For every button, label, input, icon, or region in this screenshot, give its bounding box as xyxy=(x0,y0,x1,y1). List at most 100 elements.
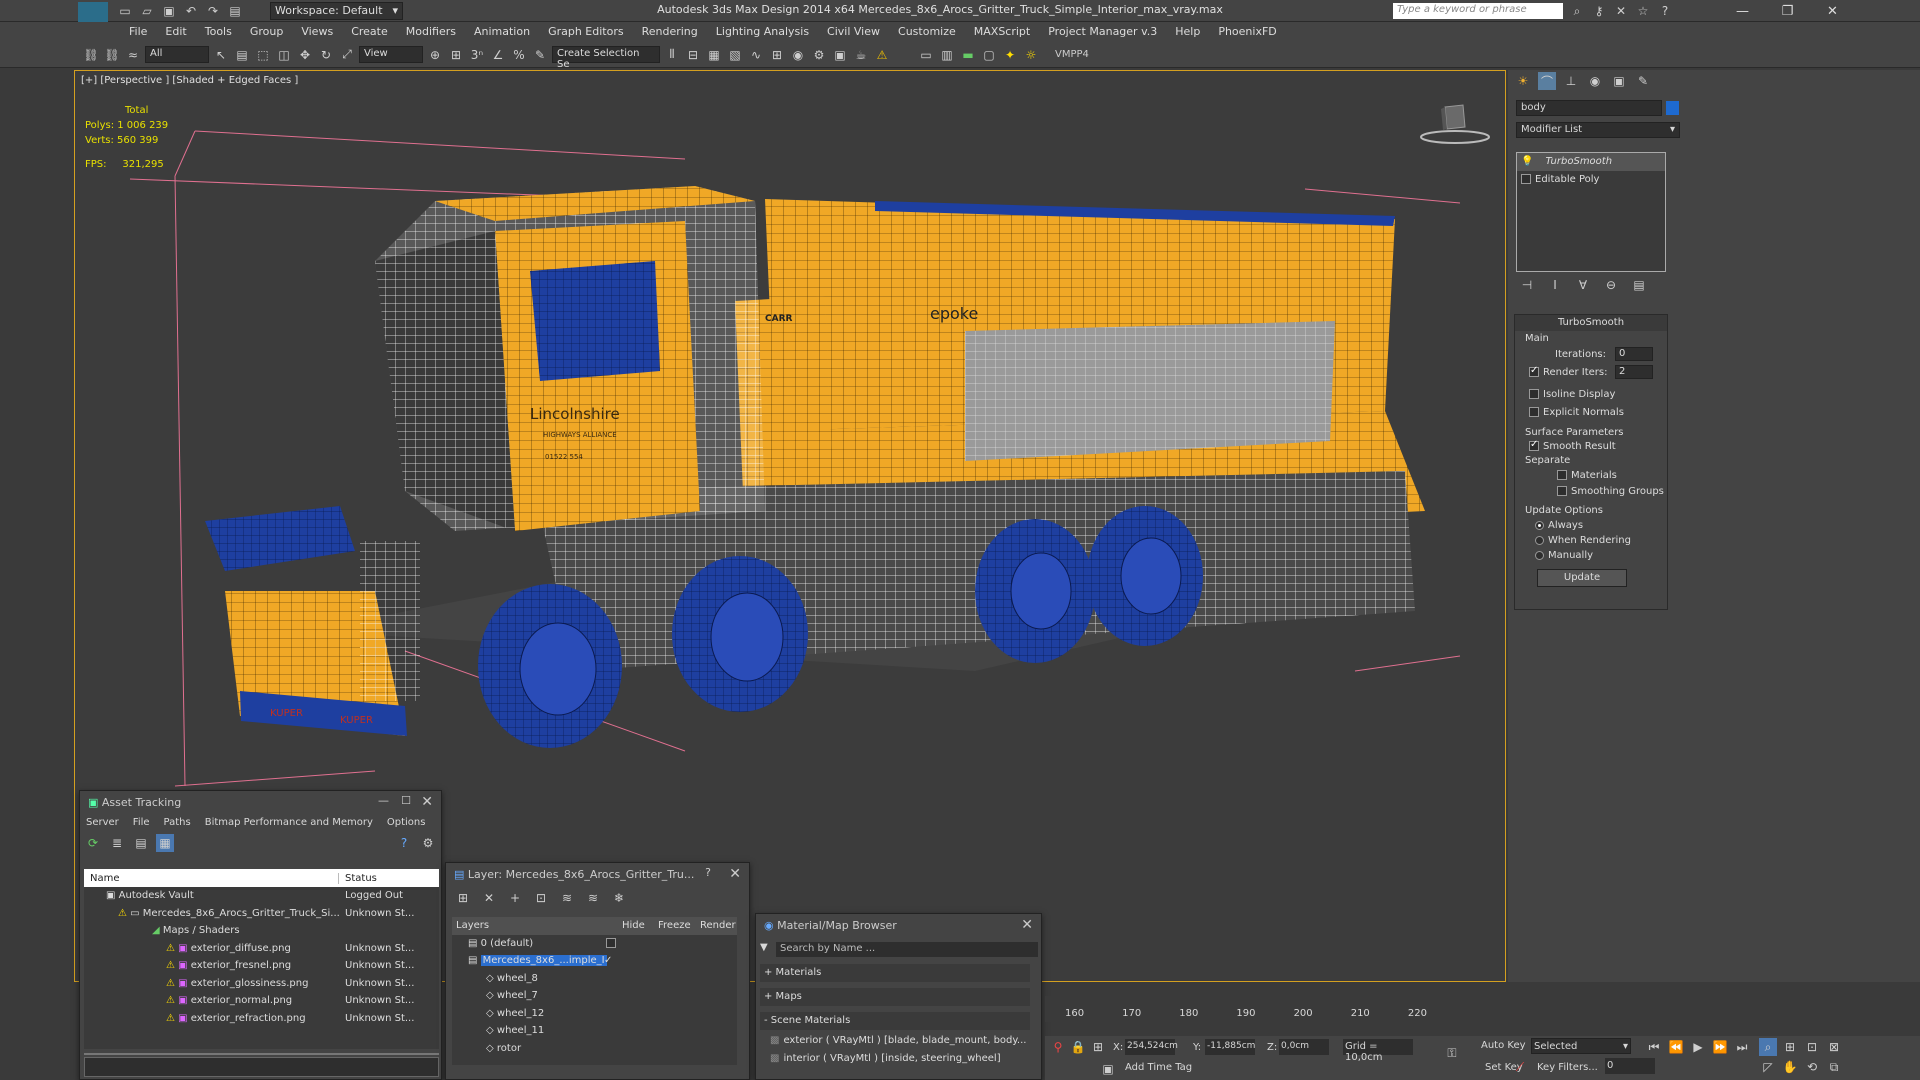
bind-space-warp-icon[interactable]: ≈ xyxy=(124,46,142,64)
manually-radio[interactable] xyxy=(1535,550,1544,560)
column-render[interactable]: Render xyxy=(700,920,736,931)
layer-row[interactable]: ◇ wheel_7 xyxy=(452,987,737,1005)
percent-snap-icon[interactable]: % xyxy=(510,46,528,64)
material-browser-titlebar[interactable]: ◉ Material/Map Browser ✕ xyxy=(756,914,1041,938)
key-icon[interactable]: ⚷ xyxy=(1590,2,1608,20)
vray-frame-buffer-icon[interactable]: ▭ xyxy=(917,46,935,64)
selection-filter-dropdown[interactable]: All xyxy=(145,46,209,63)
lightbulb-icon[interactable]: 💡 xyxy=(1521,156,1533,167)
menu-help[interactable]: Help xyxy=(1166,22,1209,42)
graphite-icon[interactable]: ▧ xyxy=(726,46,744,64)
column-name[interactable]: Name xyxy=(84,872,339,884)
layer-manager-icon[interactable]: ▦ xyxy=(705,46,723,64)
display-tab-icon[interactable]: ▣ xyxy=(1610,72,1628,90)
hierarchy-tab-icon[interactable]: ⊥ xyxy=(1562,72,1580,90)
materials-group[interactable]: + Materials xyxy=(760,964,1030,982)
stack-item-editable-poly[interactable]: Editable Poly xyxy=(1517,171,1665,189)
asset-row[interactable]: ⚠ ▣ exterior_diffuse.png Unknown St... xyxy=(84,940,439,958)
open-file-icon[interactable]: ▱ xyxy=(138,2,156,20)
new-file-icon[interactable]: ▭ xyxy=(116,2,134,20)
isoline-checkbox[interactable] xyxy=(1529,389,1539,399)
menu-animation[interactable]: Animation xyxy=(465,22,539,42)
asset-row[interactable]: ⚠ ▣ exterior_normal.png Unknown St... xyxy=(84,992,439,1010)
add-time-tag-button[interactable]: Add Time Tag xyxy=(1125,1062,1192,1073)
search-input[interactable]: Type a keyword or phrase xyxy=(1393,3,1563,19)
menu-create[interactable]: Create xyxy=(342,22,397,42)
menu-lighting-analysis[interactable]: Lighting Analysis xyxy=(707,22,818,42)
next-frame-icon[interactable]: ⏩ xyxy=(1711,1038,1729,1056)
horizontal-scrollbar[interactable] xyxy=(84,1053,439,1055)
key-filters-button[interactable]: Key Filters... xyxy=(1537,1062,1598,1073)
lock-icon[interactable]: 🔒 xyxy=(1069,1038,1087,1056)
stack-item-turbosmooth[interactable]: 💡 TurboSmooth xyxy=(1517,153,1665,171)
layer-row[interactable]: ▤ Mercedes_8x6_...imple_I ✓ xyxy=(452,952,737,970)
explicit-normals-checkbox[interactable] xyxy=(1529,407,1539,417)
maximize-viewport-icon[interactable]: ⧉ xyxy=(1825,1058,1843,1076)
menu-customize[interactable]: Customize xyxy=(889,22,965,42)
asset-path-field[interactable] xyxy=(84,1057,439,1077)
add-to-layer-icon[interactable]: + xyxy=(506,889,524,907)
iterations-spinner[interactable]: 0 xyxy=(1615,347,1653,361)
menu-views[interactable]: Views xyxy=(292,22,342,42)
menu-tools[interactable]: Tools xyxy=(196,22,241,42)
play-icon[interactable]: ▶ xyxy=(1689,1038,1707,1056)
pin-stack-icon[interactable]: ⊣ xyxy=(1518,276,1536,294)
configure-modifier-sets-icon[interactable]: ▤ xyxy=(1630,276,1648,294)
when-rendering-radio[interactable] xyxy=(1535,535,1544,545)
orbit-icon[interactable]: ⟲ xyxy=(1803,1058,1821,1076)
make-unique-icon[interactable]: ∀ xyxy=(1574,276,1592,294)
asset-menu-options[interactable]: Options xyxy=(387,817,426,828)
vray-icon[interactable]: ▥ xyxy=(938,46,956,64)
binoculars-icon[interactable]: ⌕ xyxy=(1568,2,1586,20)
rendered-frame-icon[interactable]: ▣ xyxy=(831,46,849,64)
track-bar[interactable]: 160 170 180 190 200 210 220 xyxy=(1045,996,1465,1022)
help-icon[interactable]: ? xyxy=(1656,2,1674,20)
asset-row[interactable]: ⚠ ▣ exterior_fresnel.png Unknown St... xyxy=(84,957,439,975)
menu-group[interactable]: Group xyxy=(241,22,293,42)
show-end-result-icon[interactable]: Ⅰ xyxy=(1546,276,1564,294)
menu-modifiers[interactable]: Modifiers xyxy=(397,22,465,42)
maps-group[interactable]: + Maps xyxy=(760,988,1030,1006)
asset-row[interactable]: ⚠ ▭ Mercedes_8x6_Arocs_Gritter_Truck_Si.… xyxy=(84,905,439,923)
menu-phoenixfd[interactable]: PhoenixFD xyxy=(1209,22,1285,42)
asset-menu-paths[interactable]: Paths xyxy=(164,817,191,828)
asset-tracking-titlebar[interactable]: ▣ Asset Tracking — ☐ ✕ xyxy=(80,791,441,815)
smooth-result-checkbox[interactable] xyxy=(1529,439,1539,451)
hide-all-icon[interactable]: ≋ xyxy=(584,889,602,907)
menu-rendering[interactable]: Rendering xyxy=(633,22,707,42)
save-icon[interactable]: ▣ xyxy=(160,2,178,20)
close-icon[interactable]: ✕ xyxy=(421,794,433,810)
create-tab-icon[interactable]: ☀ xyxy=(1514,72,1532,90)
absolute-mode-icon[interactable]: ⊞ xyxy=(1089,1038,1107,1056)
asset-menu-bitmap[interactable]: Bitmap Performance and Memory xyxy=(205,817,373,828)
mirror-icon[interactable]: ⫴ xyxy=(663,46,681,64)
select-layer-icon[interactable]: ⊡ xyxy=(532,889,550,907)
star-icon[interactable]: ☆ xyxy=(1634,2,1652,20)
close-icon[interactable]: ✕ xyxy=(729,866,741,882)
vray-box-icon[interactable]: ▢ xyxy=(980,46,998,64)
current-frame-field[interactable]: 0 xyxy=(1605,1058,1655,1074)
selection-set-dropdown[interactable]: Selected ▾ xyxy=(1531,1038,1631,1054)
set-key-mode-icon[interactable]: ⚿ xyxy=(1443,1044,1461,1062)
always-radio[interactable] xyxy=(1535,520,1544,530)
manipulate-icon[interactable]: ⊞ xyxy=(447,46,465,64)
schematic-view-icon[interactable]: ⊞ xyxy=(768,46,786,64)
search-options-icon[interactable]: ▼ xyxy=(760,942,768,953)
materials-checkbox[interactable] xyxy=(1557,470,1567,480)
object-color-swatch[interactable] xyxy=(1666,101,1679,115)
column-hide[interactable]: Hide xyxy=(622,920,658,931)
layer-row[interactable]: ◇ wheel_11 xyxy=(452,1022,737,1040)
refresh-icon[interactable]: ⟳ xyxy=(84,834,102,852)
render-icon[interactable]: ☕ xyxy=(852,46,870,64)
highlight-icon[interactable]: ≋ xyxy=(558,889,576,907)
unlink-icon[interactable]: ⛓ xyxy=(103,46,121,64)
delete-layer-icon[interactable]: ✕ xyxy=(480,889,498,907)
auto-key-button[interactable]: Auto Key xyxy=(1481,1040,1526,1051)
scale-icon[interactable]: ⤢ xyxy=(338,46,356,64)
list-view-icon[interactable]: ≣ xyxy=(108,834,126,852)
motion-tab-icon[interactable]: ◉ xyxy=(1586,72,1604,90)
material-item[interactable]: ▩ interior ( VRayMtl ) [inside, steering_… xyxy=(770,1050,1030,1068)
expand-icon[interactable] xyxy=(1521,174,1531,185)
snap-icon[interactable]: 3ⁿ xyxy=(468,46,486,64)
menu-file[interactable]: File xyxy=(120,22,156,42)
